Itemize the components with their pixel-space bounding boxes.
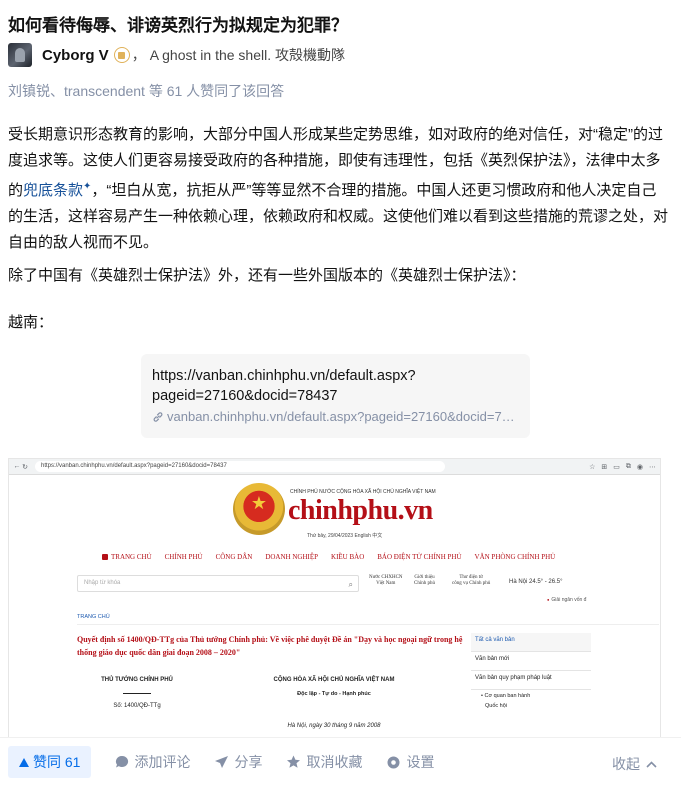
share-icon (215, 756, 229, 768)
question-title[interactable]: 如何看待侮辱、诽谤英烈行为拟规定为犯罪？ (8, 11, 348, 36)
chevron-up-icon (646, 760, 657, 768)
vote-summary[interactable]: 刘镇锐、transcendent 等 61 人赞同了该回答 (8, 81, 284, 101)
browser-toolbar: ← ↻ https://vanban.chinhphu.vn/default.a… (9, 459, 660, 475)
menu-icon: ⋯ (649, 463, 656, 471)
link-card-title-line: https://vanban.chinhphu.vn/default.aspx? (152, 368, 416, 384)
browser-actions: ☆ ⊞ ▭ ⧉ ◉ ⋯ (589, 463, 656, 471)
comment-label: 添加评论 (134, 754, 191, 770)
gov-header: CHÍNH PHỦ NƯỚC CỘNG HÒA XÃ HỘI CHỦ NGHĨA… (9, 475, 660, 545)
gov-sidebar-item: Tất cả văn bản (471, 633, 591, 652)
gov-breadcrumb: TRANG CHỦ (77, 614, 110, 620)
sidebar-icon: ▭ (613, 463, 620, 471)
gov-sidebar-item: Văn bản mới (471, 652, 591, 671)
gov-doc-issuer: THỦ TƯỚNG CHÍNH PHỦ Số: 1400/QĐ-TTg (77, 677, 197, 709)
gov-quick-link-line: Việt Nam (376, 581, 396, 586)
gov-article-title: Quyết định số 1400/QĐ-TTg của Thủ tướng … (77, 635, 463, 657)
gov-doc-header: CỘNG HÒA XÃ HỘI CHỦ NGHĨA VIỆT NAM Độc l… (244, 677, 424, 729)
gov-nav-item: BÁO ĐIỆN TỬ CHÍNH PHỦ (377, 553, 462, 561)
answer-paragraph-3: 越南： (8, 314, 54, 331)
star-icon: ☆ (589, 463, 596, 471)
author-bio: A ghost in the shell. 攻殻機動隊 (149, 47, 345, 63)
paragraph-text: ，“坦白从宽，抗拒从严”等等显然不合理的措施。中国人还更习惯政府和他人决定自己的… (8, 182, 669, 251)
gov-nav-item: KIỀU BÀO (331, 553, 365, 561)
divider (123, 693, 151, 694)
gov-search-box: Nhập từ khóa ⌕ (77, 575, 359, 592)
answer-action-bar: 赞同 61 添加评论 分享 取消收藏 设置 收起 (0, 737, 681, 786)
author-badge-icon (113, 47, 130, 63)
profile-icon: ◉ (636, 463, 643, 471)
vietnam-emblem-icon (233, 483, 285, 535)
comment-button[interactable]: 添加评论 (115, 752, 190, 772)
gov-sidebar: Tất cả văn bản Văn bản mới Văn bản quy p… (471, 633, 591, 711)
gov-sidebar-subitem: Quốc hội (485, 703, 508, 709)
collapse-label: 收起 (612, 756, 640, 772)
avatar[interactable] (8, 43, 32, 67)
gov-quick-link: Thư điện tử công vụ Chính phủ (452, 575, 490, 587)
gov-doc-republic: CỘNG HÒA XÃ HỘI CHỦ NGHĨA VIỆT NAM (273, 677, 395, 683)
gov-nav-item: DOANH NGHIỆP (265, 553, 319, 561)
star-icon (287, 755, 301, 768)
gov-date-line: Thứ bảy, 29/04/2023 English 中文 (307, 533, 383, 539)
answer-paragraph-2: 除了中国有《英雄烈士保护法》外，还有一些外国版本的《英雄烈士保护法》： (8, 267, 526, 284)
gov-nav: TRANG CHỦ CHÍNH PHỦ CÔNG DÂN DOANH NGHIỆ… (9, 545, 660, 569)
link-card-url-text: vanban.chinhphu.vn/default.aspx?pageid=2… (167, 409, 515, 424)
back-icon: ← (13, 463, 21, 470)
extensions-icon: ⊞ (601, 463, 608, 471)
gov-quick-link-line: công vụ Chính phủ (452, 581, 491, 586)
gov-sidebar-subitem: • Cơ quan ban hành (481, 693, 531, 699)
link-card[interactable]: https://vanban.chinhphu.vn/default.aspx?… (141, 354, 530, 438)
divider (77, 624, 659, 625)
gov-sidebar-subitem-label: Cơ quan ban hành (484, 693, 531, 699)
gov-doc-date: Hà Nội, ngày 30 tháng 9 năm 2008 (287, 723, 381, 729)
gov-search-row: Nhập từ khóa ⌕ Nước CHXHCN Việt Nam Giới… (9, 569, 660, 597)
gov-search-placeholder: Nhập từ khóa (84, 580, 121, 586)
comment-icon (116, 755, 129, 768)
author-info: Cyborg V ， A ghost in the shell. 攻殻機動隊 (8, 43, 345, 67)
upvote-button[interactable]: 赞同 61 (8, 746, 92, 778)
upvote-label: 赞同 61 (33, 754, 81, 770)
gov-ticker: Giải ngân vốn đ (547, 597, 586, 603)
collections-icon: ⧉ (625, 462, 631, 470)
share-button[interactable]: 分享 (214, 752, 262, 772)
link-card-url: vanban.chinhphu.vn/default.aspx?pageid=2… (152, 409, 518, 424)
gov-nav-item: CHÍNH PHỦ (164, 553, 203, 561)
keyword-link[interactable]: 兜底条款 (23, 182, 83, 199)
embedded-screenshot[interactable]: ← ↻ https://vanban.chinhphu.vn/default.a… (8, 458, 661, 738)
link-icon (153, 411, 163, 422)
settings-button[interactable]: 设置 (386, 752, 434, 772)
gov-nav-item: TRANG CHỦ (102, 553, 152, 561)
upvote-icon (19, 757, 29, 767)
settings-label: 设置 (406, 754, 435, 770)
gov-quick-link-line: Chính phủ (414, 581, 435, 586)
author-name[interactable]: Cyborg V (42, 47, 109, 64)
gov-nav-item: VĂN PHÒNG CHÍNH PHỦ (474, 553, 556, 561)
share-label: 分享 (234, 754, 263, 770)
author-separator: ， (131, 47, 146, 63)
gov-weather: Hà Nội 24.5° - 26.5° (509, 579, 563, 585)
gov-doc-issuer-title: THỦ TƯỚNG CHÍNH PHỦ (101, 677, 173, 683)
link-card-title[interactable]: https://vanban.chinhphu.vn/default.aspx?… (152, 366, 518, 406)
gov-sidebar-item: Văn bản quy phạm pháp luật (471, 671, 591, 690)
gov-quick-link: Giới thiệu Chính phủ (414, 575, 435, 587)
gov-nav-item: CÔNG DÂN (215, 553, 253, 561)
gear-icon (387, 756, 400, 768)
unfavorite-button[interactable]: 取消收藏 (286, 752, 362, 772)
gov-brand: chinhphu.vn (288, 495, 433, 526)
search-icon: ⌕ (348, 580, 353, 589)
collapse-button[interactable]: 收起 (612, 754, 657, 774)
gov-doc-motto: Độc lập - Tự do - Hạnh phúc (297, 691, 371, 697)
reload-icon: ↻ (22, 463, 28, 471)
gov-quick-link: Nước CHXHCN Việt Nam (369, 575, 403, 587)
link-card-title-line: pageid=27160&docid=78437 (152, 388, 338, 404)
gov-doc-number: Số: 1400/QĐ-TTg (113, 703, 161, 709)
answer-paragraph-1: 受长期意识形态教育的影响，大部分中国人形成某些定势思维，如对政府的绝对信任，对“… (8, 122, 668, 256)
unfavorite-label: 取消收藏 (306, 754, 363, 770)
address-bar: https://vanban.chinhphu.vn/default.aspx?… (35, 461, 445, 472)
